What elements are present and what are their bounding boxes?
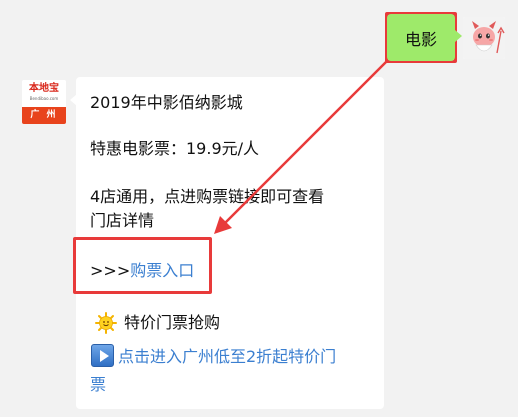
play-button-icon[interactable] (91, 344, 114, 367)
user-avatar[interactable] (463, 17, 505, 59)
store-detail-line: 门店详情 (90, 211, 155, 230)
promo-title: 特价门票抢购 (124, 313, 221, 332)
ticket-price: 特惠电影票：19.9元/人 (90, 139, 260, 158)
devil-character-icon (463, 17, 505, 59)
brand-avatar[interactable]: 本地宝 Bendibao.com 广 州 (22, 80, 66, 124)
outgoing-bubble-tail (455, 30, 462, 42)
brand-logo: 本地宝 Bendibao.com (22, 80, 66, 107)
cinema-name: 2019年中影佰纳影城 (90, 93, 243, 112)
store-info-line: 4店通用，点进购票链接即可查看 (90, 187, 325, 206)
sun-emoji-icon (95, 312, 117, 334)
outgoing-message-text: 电影 (404, 29, 437, 49)
link-highlight-box (73, 237, 212, 294)
brand-website: Bendibao.com (29, 96, 59, 101)
brand-city: 广 州 (22, 107, 66, 124)
promo-link-line-2[interactable]: 票 (90, 373, 106, 397)
outgoing-message-bubble[interactable]: 电影 (387, 14, 455, 61)
promo-link-line-1[interactable]: 点击进入广州低至2折起特价门 (118, 345, 336, 369)
brand-name: 本地宝 (29, 83, 59, 94)
